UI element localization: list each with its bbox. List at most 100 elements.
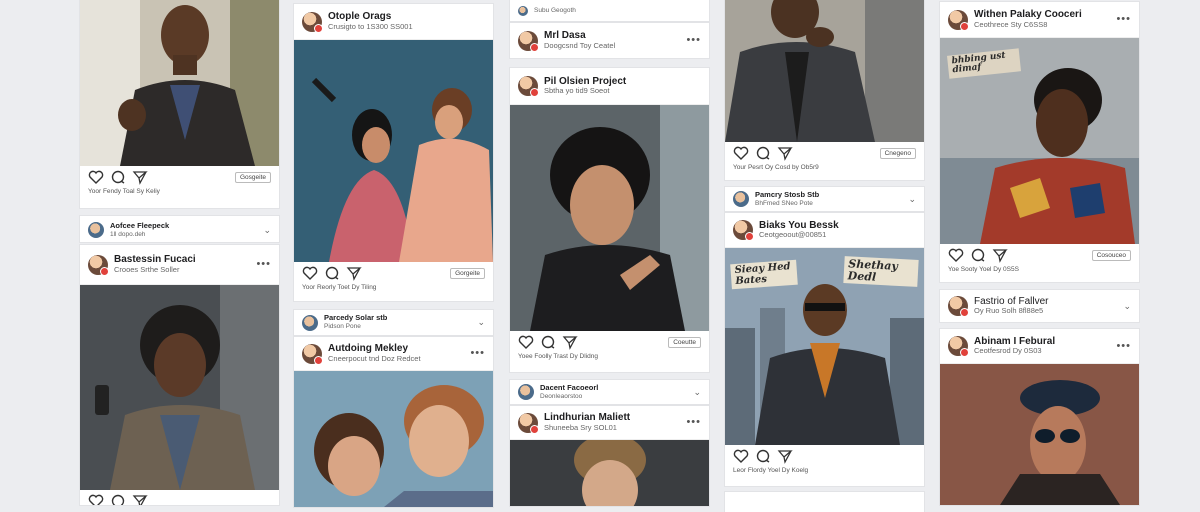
share-icon[interactable] [777,145,793,161]
sign-text-right: Shethay Dedl [843,256,919,288]
save-badge[interactable]: Gorgeite [450,267,485,279]
post-header: Abinam I Febural Ceotfesrod Dy 0S03 ••• [940,329,1139,364]
chevron-down-icon[interactable]: ⌄ [908,194,916,205]
more-options-icon[interactable]: ••• [470,348,485,359]
post-photo[interactable] [510,440,709,506]
post-card: Autdoing Mekley Cneerpocut tnd Doz Redce… [294,337,493,507]
post-header: Lindhurian Maliett Shuneeba Sry SOL01 ••… [510,406,709,440]
post-card: Pil Olsien Project Sbtha yo tid9 Soeot C… [510,68,709,372]
save-badge[interactable]: Cnegeno [879,147,916,159]
avatar[interactable] [733,220,754,241]
share-icon[interactable] [132,493,148,505]
author-subtitle: Sbtha yo tid9 Soeot [544,87,610,96]
comment-icon[interactable] [540,334,556,350]
author-name[interactable]: Withen Palaky Cooceri [974,9,1116,21]
more-options-icon[interactable]: ••• [1116,14,1131,25]
share-icon[interactable] [562,334,578,350]
more-options-icon[interactable]: ••• [256,259,271,270]
author-name[interactable]: Bastessin Fucaci [114,254,256,266]
heart-icon[interactable] [733,145,749,161]
avatar[interactable] [948,336,969,357]
post-photo[interactable] [80,285,279,490]
heart-icon[interactable] [88,493,104,505]
group-subtitle: Pidson Pone [324,323,361,331]
group-card[interactable]: Fastrio of Fallver Oy Ruo Solh 8fl88e5 ⌄ [940,290,1139,322]
heart-icon[interactable] [733,448,749,464]
post-actions: Gorgeite [294,262,493,284]
share-icon[interactable] [777,448,793,464]
post-photo[interactable] [940,364,1139,505]
save-badge[interactable]: Gosgeite [234,171,271,183]
post-caption: Yoor Reorly Toet Dy Tiling [302,284,377,291]
heart-icon[interactable] [518,334,534,350]
heart-icon[interactable] [88,169,104,185]
share-icon[interactable] [132,169,148,185]
post-photo[interactable] [80,0,279,166]
author-name[interactable]: Lindhurian Maliett [544,412,686,424]
share-icon[interactable] [346,265,362,281]
group-name: Pamcry Stosb Stb [755,190,820,199]
more-options-icon[interactable]: ••• [686,35,701,46]
avatar[interactable] [88,254,109,276]
post-card: Cnegeno Your Pesrt Oy Cosd by Ob5r9 [725,0,924,180]
group-card[interactable]: Dacent Facoeorl Deonleaorstoo ⌄ [510,380,709,404]
avatar[interactable] [518,412,539,434]
heart-icon[interactable] [948,247,964,263]
group-avatar [302,314,318,331]
comment-icon[interactable] [970,247,986,263]
group-card[interactable]: Pamcry Stosb Stb BhFmed SNeo Pote ⌄ [725,187,924,211]
author-name[interactable]: Abinam I Febural [974,336,1116,348]
share-icon[interactable] [992,247,1008,263]
author-name[interactable]: Autdoing Mekley [328,343,470,355]
post-card-partial [725,492,924,512]
group-meta: Parcedy Solar stb Pidson Pone [324,314,477,330]
group-card[interactable]: Subu Geogoth [510,0,709,21]
comment-icon[interactable] [755,145,771,161]
comment-icon[interactable] [110,169,126,185]
group-card[interactable]: Parcedy Solar stb Pidson Pone ⌄ [294,310,493,335]
avatar[interactable] [948,9,969,31]
post-caption: Yoor Fendy Toal Sy Keliy [88,188,160,195]
group-subtitle: Oy Ruo Solh 8fl88e5 [974,307,1044,316]
author-name[interactable]: Otople Orags [328,11,485,23]
post-card: Mrl Dasa Doogcsnd Toy Ceatel ••• [510,23,709,58]
post-card: Biaks You Bessk Ceotgeoout@00851 Sieay H… [725,213,924,486]
chevron-down-icon[interactable]: ⌄ [693,387,701,398]
group-header: Dacent Facoeorl Deonleaorstoo ⌄ [510,380,709,404]
save-badge[interactable]: Coeutte [668,336,701,348]
post-photo[interactable]: Sieay Hed Bates Shethay Dedl [725,248,924,445]
avatar[interactable] [302,11,323,33]
post-photo[interactable] [510,105,709,331]
author-name[interactable]: Mrl Dasa [544,30,686,42]
comment-icon[interactable] [755,448,771,464]
group-subtitle: Deonleaorstoo [540,392,583,400]
chevron-down-icon[interactable]: ⌄ [1123,301,1131,312]
post-actions: Coeutte [510,331,709,353]
author-name[interactable]: Biaks You Bessk [759,220,916,232]
post-meta: Otople Orags Crusigto to 1S300 SS001 [328,11,485,31]
post-photo[interactable] [725,0,924,142]
save-badge[interactable]: Cosouceo [1091,249,1131,261]
chevron-down-icon[interactable]: ⌄ [477,317,485,328]
chevron-down-icon[interactable]: ⌄ [263,225,271,236]
post-photo[interactable] [294,371,493,507]
comment-icon[interactable] [324,265,340,281]
avatar[interactable] [302,343,323,365]
post-card: Gosgeite Yoor Fendy Toal Sy Keliy [80,0,279,208]
post-photo[interactable] [294,40,493,262]
more-options-icon[interactable]: ••• [686,417,701,428]
heart-icon[interactable] [302,265,318,281]
group-card[interactable]: Aofcee Fleepeck 1ll dopo.deh ⌄ [80,216,279,242]
group-subtitle: BhFmed SNeo Pote [755,199,813,207]
avatar[interactable] [518,30,539,52]
post-actions: Cnegeno [725,142,924,164]
author-name[interactable]: Pil Olsien Project [544,76,701,88]
post-header: Autdoing Mekley Cneerpocut tnd Doz Redce… [294,337,493,371]
group-avatar [88,222,104,238]
post-photo[interactable]: bhbing ust dimaf [940,38,1139,244]
group-subtitle: 1ll dopo.deh [110,230,146,238]
more-options-icon[interactable]: ••• [1116,340,1131,352]
comment-icon[interactable] [110,493,126,505]
post-meta: Lindhurian Maliett Shuneeba Sry SOL01 [544,412,686,432]
avatar[interactable] [518,76,539,97]
